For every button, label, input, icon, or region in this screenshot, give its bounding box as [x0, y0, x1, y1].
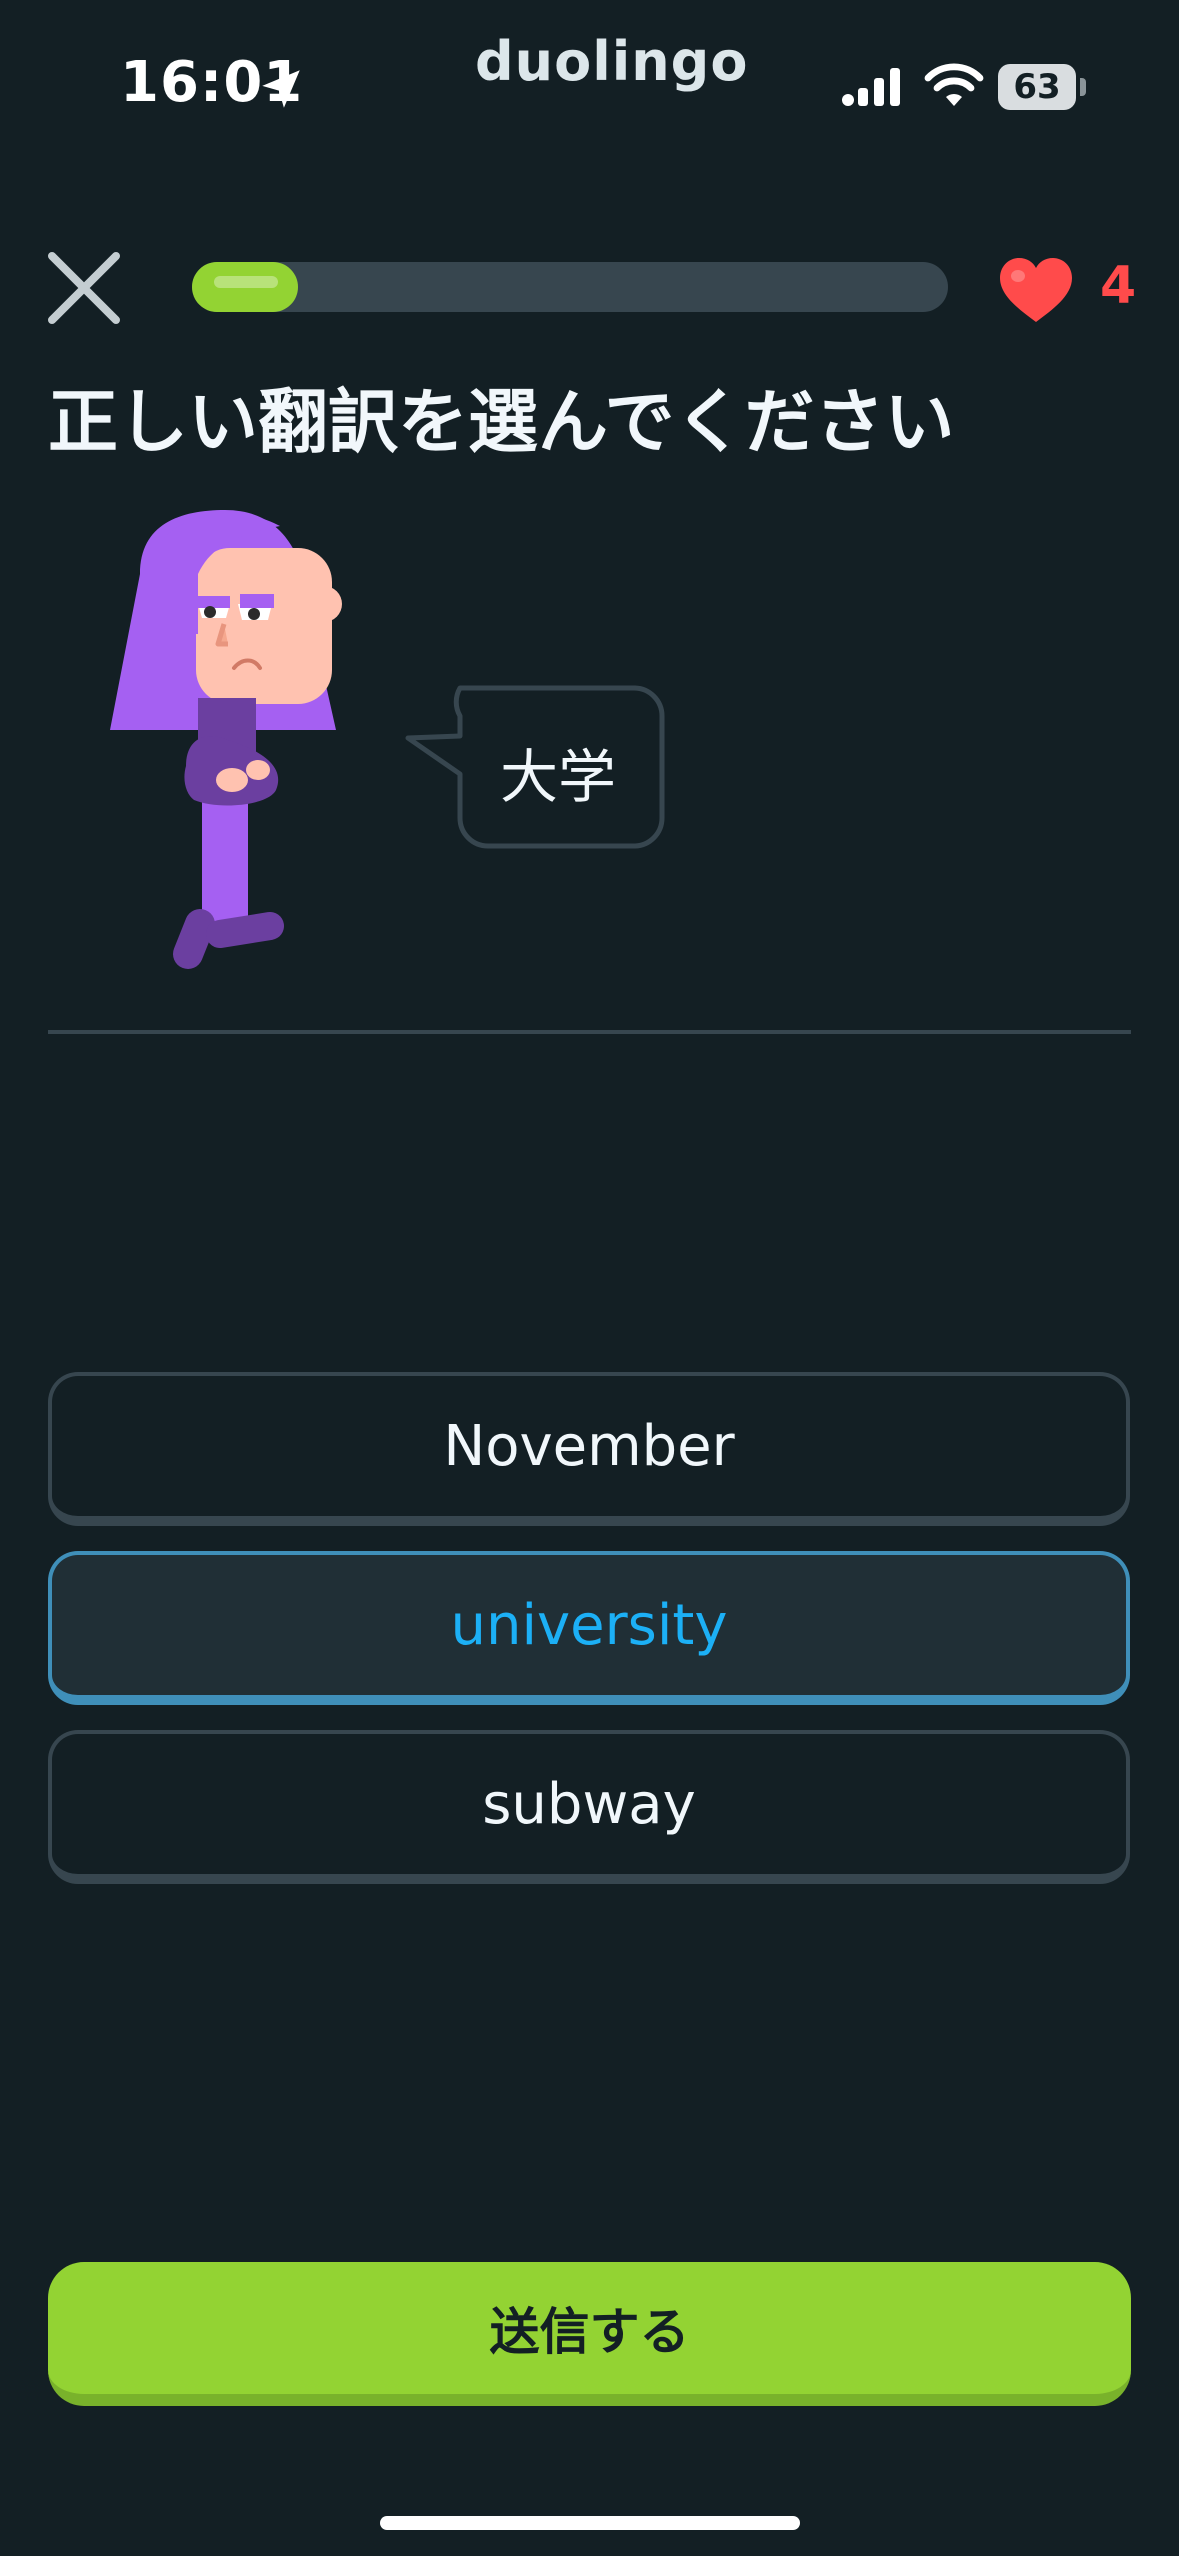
app-name: duolingo — [475, 30, 749, 93]
progress-highlight — [214, 276, 278, 288]
answer-option[interactable]: subway — [48, 1730, 1130, 1884]
exercise-instruction: 正しい翻訳を選んでください — [48, 381, 955, 463]
answer-option-selected[interactable]: university — [48, 1551, 1130, 1705]
heart-icon — [1000, 258, 1072, 322]
home-indicator[interactable] — [380, 2516, 800, 2530]
cellular-signal-icon — [842, 68, 900, 106]
battery-icon: 63 — [998, 64, 1076, 110]
close-button[interactable] — [44, 248, 124, 328]
wifi-icon — [924, 63, 984, 106]
submit-button[interactable]: 送信する — [48, 2262, 1131, 2406]
battery-nub — [1080, 78, 1086, 96]
divider — [48, 1030, 1131, 1034]
battery-level: 63 — [1013, 67, 1061, 107]
character-illustration — [110, 510, 342, 969]
submit-button-label: 送信する — [489, 2303, 690, 2361]
prompt-word: 大学 — [499, 743, 616, 811]
location-arrow-icon — [262, 70, 300, 108]
lesson-progress-bar — [192, 262, 948, 312]
hearts-count: 4 — [1100, 256, 1137, 316]
answer-option[interactable]: November — [48, 1372, 1130, 1526]
lesson-progress-fill — [192, 262, 298, 312]
